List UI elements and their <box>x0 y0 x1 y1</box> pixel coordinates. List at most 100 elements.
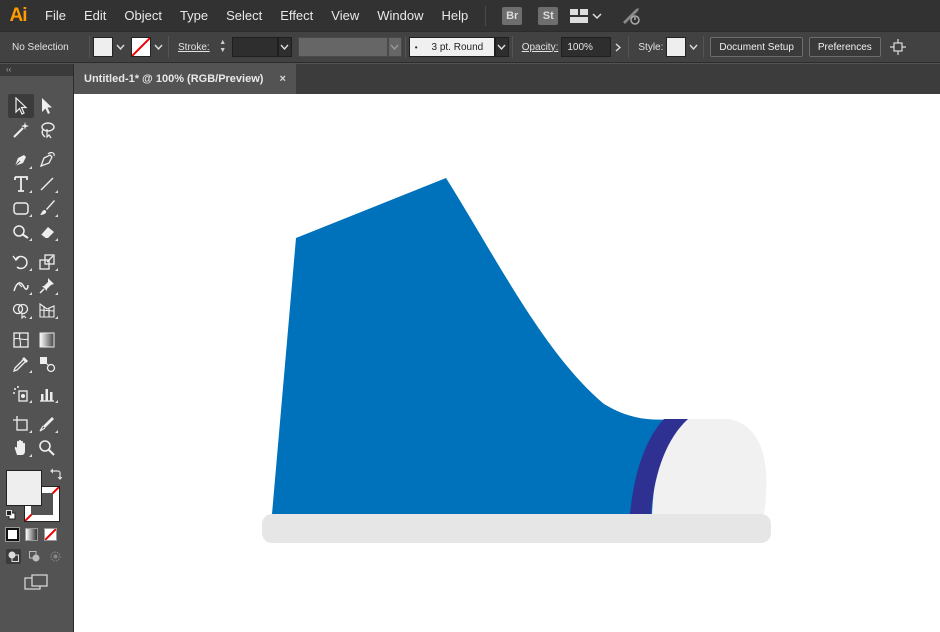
direct-selection-tool[interactable] <box>34 94 60 118</box>
none-button[interactable] <box>44 528 57 541</box>
paintbrush-tool[interactable] <box>34 196 60 220</box>
fill-color-box[interactable] <box>6 470 42 506</box>
slice-tool[interactable] <box>34 412 60 436</box>
artboard-tool[interactable] <box>8 412 34 436</box>
stock-button[interactable]: St <box>538 6 559 25</box>
tool-group-indicator <box>55 400 58 403</box>
pen-nib-icon <box>14 155 26 167</box>
curvature-pen-icon <box>39 151 55 168</box>
stroke-weight-dropdown[interactable] <box>277 37 292 57</box>
screen-mode-icon <box>24 574 48 590</box>
eyedropper-icon <box>12 357 28 373</box>
illustrator-logo: Ai <box>9 4 28 26</box>
fill-dropdown[interactable] <box>113 37 127 57</box>
shaper-icon <box>13 225 29 239</box>
blend-tool[interactable] <box>34 352 60 376</box>
scale-tool[interactable] <box>34 250 60 274</box>
stroke-swatch[interactable] <box>131 37 151 57</box>
graphic-style-swatch[interactable] <box>666 37 687 57</box>
shoe-illustration[interactable] <box>74 94 940 632</box>
menu-effect[interactable]: Effect <box>271 0 322 31</box>
type-tool[interactable] <box>8 172 34 196</box>
tool-group-indicator <box>55 190 58 193</box>
document-setup-button[interactable]: Document Setup <box>710 37 803 57</box>
menu-type[interactable]: Type <box>171 0 217 31</box>
brush-dropdown[interactable] <box>494 37 509 57</box>
rectangle-tool[interactable] <box>8 196 34 220</box>
artboard-canvas[interactable] <box>74 94 940 632</box>
draw-normal-button[interactable] <box>6 549 21 564</box>
perspective-grid-icon <box>39 302 55 318</box>
paintbrush-icon <box>40 200 55 215</box>
gpu-performance-button[interactable] <box>620 6 642 26</box>
color-button[interactable] <box>5 527 20 542</box>
symbol-sprayer-tool[interactable] <box>8 382 34 406</box>
none-icon <box>45 529 56 540</box>
shaper-tool[interactable] <box>8 220 34 244</box>
default-fill-stroke-icon[interactable] <box>6 510 16 520</box>
style-dropdown[interactable] <box>686 37 700 57</box>
mesh-tool[interactable] <box>8 328 34 352</box>
magic-wand-icon <box>13 122 29 138</box>
tool-group-indicator <box>29 238 32 241</box>
style-label: Style: <box>638 41 664 53</box>
screen-mode-button[interactable] <box>0 574 73 593</box>
menu-help[interactable]: Help <box>432 0 477 31</box>
chevron-down-icon <box>390 44 399 50</box>
chevron-down-icon <box>497 44 506 50</box>
puppet-warp-tool[interactable] <box>34 274 60 298</box>
opacity-dropdown[interactable] <box>611 37 625 57</box>
eraser-tool[interactable] <box>34 220 60 244</box>
opacity-field[interactable]: 100% <box>561 37 612 57</box>
swap-fill-stroke-icon[interactable] <box>50 468 62 480</box>
document-tab-title: Untitled-1* @ 100% (RGB/Preview) <box>84 73 264 85</box>
menu-select[interactable]: Select <box>217 0 271 31</box>
curvature-tool[interactable] <box>34 148 60 172</box>
perspective-grid-tool[interactable] <box>34 298 60 322</box>
tool-group-indicator <box>29 166 32 169</box>
eyedropper-tool[interactable] <box>8 352 34 376</box>
line-segment-icon <box>40 177 54 191</box>
lasso-tool[interactable] <box>34 118 60 142</box>
rocket-icon <box>623 7 640 25</box>
width-tool[interactable] <box>8 274 34 298</box>
workspace-layout-icon <box>570 8 589 23</box>
document-tab[interactable]: Untitled-1* @ 100% (RGB/Preview) × <box>74 64 296 94</box>
zoom-tool[interactable] <box>34 436 60 460</box>
brush-definition-field[interactable]: • 3 pt. Round <box>408 37 495 57</box>
tools-panel-collapse[interactable]: ‹‹ <box>0 64 73 76</box>
symbol-sprayer-icon <box>13 386 28 402</box>
column-graph-tool[interactable] <box>34 382 60 406</box>
gradient-button[interactable] <box>25 528 38 541</box>
arrange-documents-button[interactable] <box>889 39 906 55</box>
stroke-dropdown[interactable] <box>151 37 165 57</box>
bridge-button[interactable]: Br <box>502 6 523 25</box>
tool-group-indicator <box>29 268 32 271</box>
hand-tool[interactable] <box>8 436 34 460</box>
chevron-down-icon <box>280 44 289 50</box>
selection-tool[interactable] <box>8 94 34 118</box>
stroke-weight-field[interactable] <box>231 37 278 57</box>
color-mode-buttons <box>0 527 73 542</box>
stroke-weight-stepper[interactable]: ▲ ▼ <box>216 37 230 57</box>
shoe-sole <box>262 514 771 543</box>
menu-view[interactable]: View <box>322 0 368 31</box>
gradient-tool[interactable] <box>34 328 60 352</box>
shape-builder-tool[interactable] <box>8 298 34 322</box>
workspace-switcher[interactable] <box>570 8 602 23</box>
preferences-button[interactable]: Preferences <box>808 37 881 57</box>
menu-object[interactable]: Object <box>115 0 171 31</box>
magic-wand-tool[interactable] <box>8 118 34 142</box>
pen-tool[interactable] <box>8 148 34 172</box>
control-separator <box>511 36 513 58</box>
menu-edit[interactable]: Edit <box>75 0 115 31</box>
menu-file[interactable]: File <box>36 0 75 31</box>
draw-inside-button[interactable] <box>48 549 63 564</box>
rotate-tool[interactable] <box>8 250 34 274</box>
close-icon[interactable]: × <box>279 73 285 85</box>
tool-group-indicator <box>29 292 32 295</box>
draw-behind-button[interactable] <box>27 549 42 564</box>
fill-swatch[interactable] <box>93 37 113 57</box>
line-segment-tool[interactable] <box>34 172 60 196</box>
menu-window[interactable]: Window <box>368 0 432 31</box>
